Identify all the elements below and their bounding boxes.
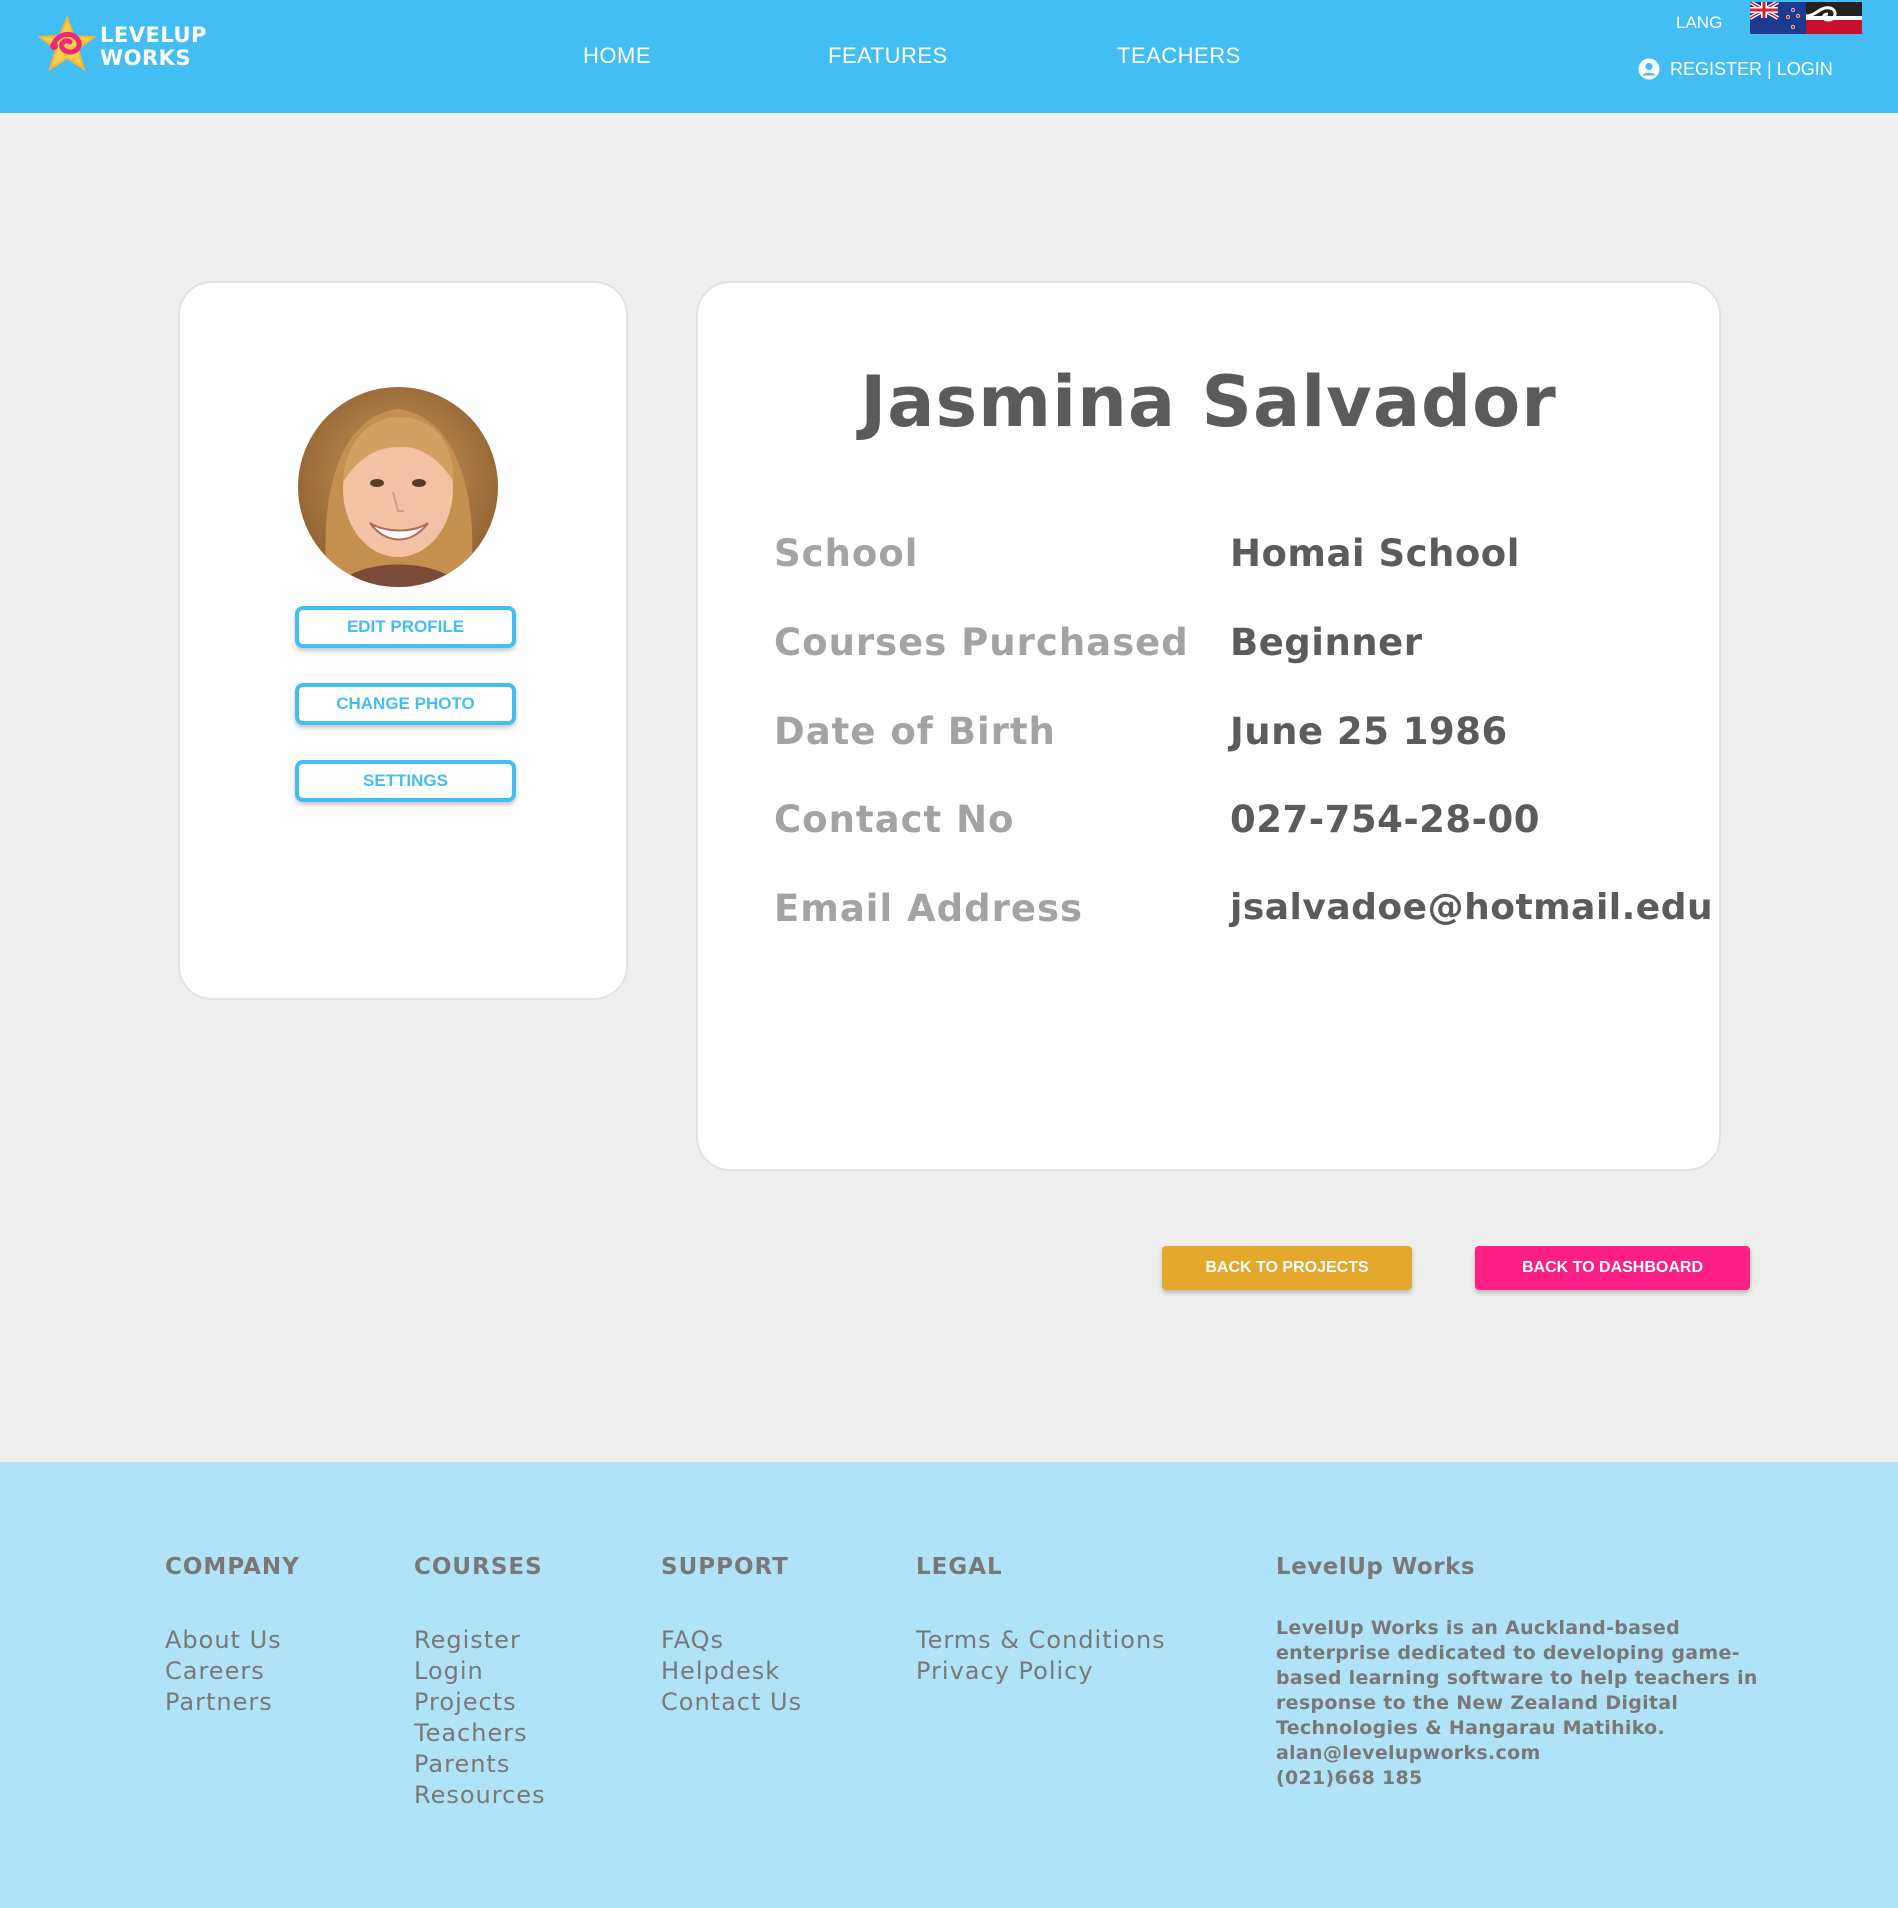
footer-link-terms[interactable]: Terms & Conditions	[916, 1625, 1166, 1656]
footer-heading-support: SUPPORT	[661, 1554, 789, 1580]
user-circle-icon	[1638, 58, 1660, 80]
footer-about: LevelUp Works LevelUp Works is an Auckla…	[1276, 1554, 1758, 1791]
field-label-contact: Contact No	[774, 798, 1015, 841]
edit-profile-button[interactable]: EDIT PROFILE	[295, 606, 516, 648]
logo-line-2: WORKS	[100, 46, 192, 70]
profile-sidebar-card: EDIT PROFILE CHANGE PHOTO SETTINGS	[178, 281, 628, 1000]
footer-support: SUPPORT FAQs Helpdesk Contact Us	[661, 1554, 802, 1718]
field-value-courses: Beginner	[1230, 621, 1423, 664]
footer-phone: (021)668 185	[1276, 1767, 1423, 1789]
nz-flag-icon[interactable]	[1750, 2, 1806, 34]
footer-link-projects[interactable]: Projects	[414, 1687, 546, 1718]
footer-link-faqs[interactable]: FAQs	[661, 1625, 802, 1656]
field-label-email: Email Address	[774, 887, 1084, 930]
back-to-dashboard-button[interactable]: BACK TO DASHBOARD	[1475, 1246, 1750, 1290]
footer-link-about[interactable]: About Us	[165, 1625, 300, 1656]
footer-heading-courses: COURSES	[414, 1554, 543, 1580]
field-label-school: School	[774, 532, 919, 575]
footer-heading-legal: LEGAL	[916, 1554, 1003, 1580]
footer-link-register[interactable]: Register	[414, 1625, 546, 1656]
footer-link-login[interactable]: Login	[414, 1656, 546, 1687]
avatar	[298, 387, 498, 587]
footer-about-line: LevelUp Works is an Auckland-based	[1276, 1617, 1680, 1639]
field-value-contact: 027-754-28-00	[1230, 798, 1541, 841]
footer-heading-company: COMPANY	[165, 1554, 300, 1580]
nav-teachers[interactable]: TEACHERS	[1117, 43, 1241, 69]
logo-wordmark: LEVELUP WORKS	[100, 24, 207, 70]
footer-link-contact[interactable]: Contact Us	[661, 1687, 802, 1718]
footer-legal: LEGAL Terms & Conditions Privacy Policy	[916, 1554, 1166, 1687]
footer-courses: COURSES Register Login Projects Teachers…	[414, 1554, 546, 1811]
footer-about-line: Technologies & Hangarau Matihiko.	[1276, 1717, 1666, 1739]
footer: COMPANY About Us Careers Partners COURSE…	[0, 1462, 1898, 1908]
footer-about-line: response to the New Zealand Digital	[1276, 1692, 1679, 1714]
field-value-school: Homai School	[1230, 532, 1520, 575]
register-login-link[interactable]: REGISTER | LOGIN	[1638, 56, 1833, 82]
lang-label: LANG	[1676, 13, 1723, 32]
footer-link-resources[interactable]: Resources	[414, 1780, 546, 1811]
star-swirl-logo-icon	[38, 16, 96, 72]
footer-link-parents[interactable]: Parents	[414, 1749, 546, 1780]
footer-about-text: LevelUp Works is an Auckland-based enter…	[1276, 1616, 1758, 1791]
register-login-label: REGISTER | LOGIN	[1670, 58, 1833, 79]
logo-line-1: LEVELUP	[100, 23, 207, 47]
footer-link-privacy[interactable]: Privacy Policy	[916, 1656, 1166, 1687]
profile-name: Jasmina Salvador	[860, 361, 1557, 443]
footer-link-careers[interactable]: Careers	[165, 1656, 300, 1687]
field-value-dob: June 25 1986	[1230, 710, 1508, 753]
tino-rangatiratanga-flag-icon[interactable]	[1806, 2, 1862, 34]
top-navbar: LEVELUP WORKS HOME FEATURES TEACHERS LAN…	[0, 0, 1898, 113]
nav-home[interactable]: HOME	[583, 43, 651, 69]
footer-email[interactable]: alan@levelupworks.com	[1276, 1741, 1746, 1766]
profile-details-card: Jasmina Salvador School Homai School Cou…	[696, 281, 1721, 1171]
field-label-dob: Date of Birth	[774, 710, 1056, 753]
footer-link-teachers[interactable]: Teachers	[414, 1718, 546, 1749]
levelup-logo[interactable]: LEVELUP WORKS	[38, 16, 206, 74]
nav-features[interactable]: FEATURES	[828, 43, 948, 69]
footer-heading-about: LevelUp Works	[1276, 1554, 1476, 1580]
footer-about-line: based learning software to help teachers…	[1276, 1667, 1758, 1689]
change-photo-button[interactable]: CHANGE PHOTO	[295, 683, 516, 725]
back-to-projects-button[interactable]: BACK TO PROJECTS	[1162, 1246, 1412, 1290]
field-value-email: jsalvadoe@hotmail.edu	[1230, 887, 1714, 928]
settings-button[interactable]: SETTINGS	[295, 760, 516, 802]
field-label-courses: Courses Purchased	[774, 621, 1189, 664]
footer-link-helpdesk[interactable]: Helpdesk	[661, 1656, 802, 1687]
footer-link-partners[interactable]: Partners	[165, 1687, 300, 1718]
footer-about-line: enterprise dedicated to developing game-	[1276, 1642, 1740, 1664]
footer-company: COMPANY About Us Careers Partners	[165, 1554, 300, 1718]
